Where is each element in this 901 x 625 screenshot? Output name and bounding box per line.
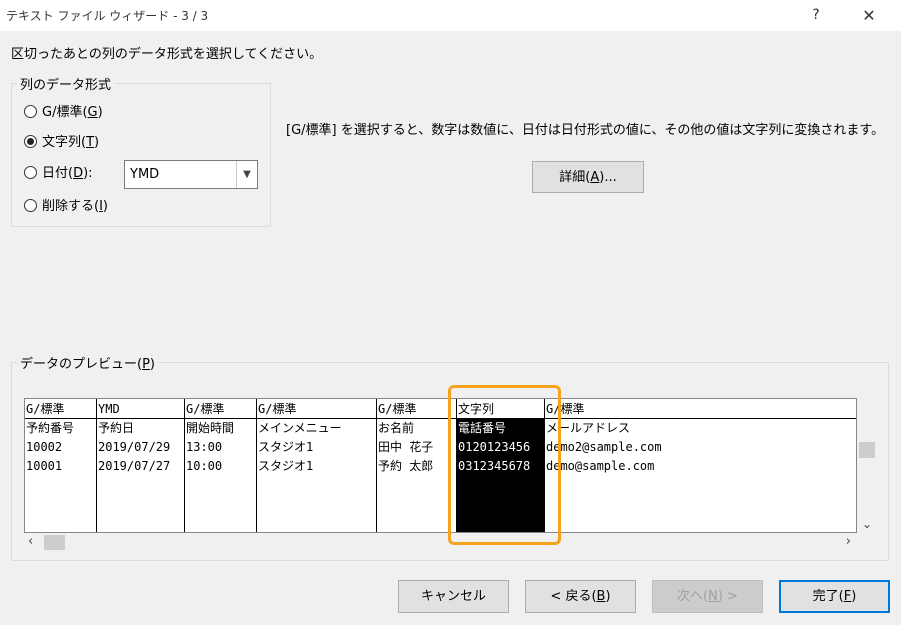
table-cell: 10:00 (186, 459, 223, 473)
cancel-button[interactable]: キャンセル (398, 580, 509, 613)
table-cell: 0312345678 (458, 459, 531, 473)
vertical-scrollbar[interactable]: ⌄ (857, 398, 877, 533)
column-header[interactable]: G/標準 (257, 399, 376, 419)
table-cell: 開始時間 (186, 421, 235, 435)
chevron-down-icon[interactable]: ⌄ (857, 517, 877, 531)
radio-skip[interactable]: 削除する(I) (24, 197, 108, 217)
table-cell: 電話番号 (458, 421, 507, 435)
format-description: [G/標準] を選択すると、数字は数値に、日付は日付形式の値に、その他の値は文字… (286, 123, 885, 138)
column-format-legend: 列のデータ形式 (20, 78, 112, 93)
column-header[interactable]: G/標準 (545, 399, 856, 419)
preview-column-6-selected[interactable]: 文字列 電話番号 0120123456 0312345678 (457, 399, 545, 532)
radio-general-circle (24, 105, 37, 118)
column-header[interactable]: G/標準 (25, 399, 96, 419)
title-bar: テキスト ファイル ウィザード - 3 / 3 ? ✕ (0, 0, 901, 31)
table-cell: 13:00 (186, 440, 223, 454)
preview-column-7[interactable]: G/標準 メールアドレス demo2@sample.com demo@sampl… (545, 399, 856, 532)
preview-column-3[interactable]: G/標準 開始時間 13:00 10:00 (185, 399, 257, 532)
chevron-down-icon[interactable]: ▼ (236, 161, 257, 188)
table-cell: 田中 花子 (378, 440, 434, 454)
table-cell: 10002 (26, 440, 63, 454)
table-cell: 予約 太郎 (378, 459, 434, 473)
close-button[interactable]: ✕ (846, 0, 892, 31)
table-cell: メールアドレス (546, 421, 631, 435)
table-cell: 予約日 (98, 421, 135, 435)
chevron-right-icon[interactable]: › (846, 534, 851, 549)
column-header[interactable]: G/標準 (377, 399, 456, 419)
radio-skip-circle (24, 199, 37, 212)
table-cell: 10001 (26, 459, 63, 473)
column-header[interactable]: G/標準 (185, 399, 256, 419)
finish-button[interactable]: 完了(F) (779, 580, 890, 613)
next-button[interactable]: 次へ(N) > (652, 580, 763, 613)
table-cell: 2019/07/27 (98, 459, 171, 473)
preview-table[interactable]: G/標準 予約番号 10002 10001 YMD 予約日 2019/07/29… (24, 398, 857, 533)
horizontal-scrollbar[interactable]: ‹ › (24, 533, 857, 552)
table-cell: demo@sample.com (546, 459, 655, 473)
instruction-text: 区切ったあとの列のデータ形式を選択してください。 (11, 47, 323, 62)
back-button[interactable]: < 戻る(B) (525, 580, 636, 613)
table-cell: メインメニュー (258, 421, 342, 435)
table-cell: スタジオ1 (258, 459, 314, 473)
radio-date-circle (24, 166, 37, 179)
date-format-value: YMD (130, 167, 160, 182)
column-header[interactable]: YMD (97, 399, 184, 419)
table-cell: demo2@sample.com (546, 440, 662, 454)
vertical-scroll-thumb[interactable] (859, 442, 875, 458)
preview-column-2[interactable]: YMD 予約日 2019/07/29 2019/07/27 (97, 399, 185, 532)
radio-text-circle (24, 135, 37, 148)
table-cell: 2019/07/29 (98, 440, 171, 454)
horizontal-scroll-thumb[interactable] (44, 535, 65, 550)
help-button[interactable]: ? (798, 0, 834, 31)
table-cell: 0120123456 (458, 440, 531, 454)
table-cell: スタジオ1 (258, 440, 314, 454)
table-cell: お名前 (378, 421, 415, 435)
data-preview-legend: データのプレビュー(P) (20, 357, 155, 372)
preview-column-5[interactable]: G/標準 お名前 田中 花子 予約 太郎 (377, 399, 457, 532)
table-cell: 予約番号 (26, 421, 75, 435)
column-header[interactable]: 文字列 (457, 399, 544, 419)
date-format-select[interactable]: YMD ▼ (124, 160, 258, 189)
advanced-button[interactable]: 詳細(A)... (532, 161, 644, 193)
chevron-left-icon[interactable]: ‹ (28, 534, 33, 549)
radio-text[interactable]: 文字列(T) (24, 133, 99, 153)
radio-date[interactable]: 日付(D): (24, 164, 93, 184)
radio-general[interactable]: G/標準(G) (24, 103, 103, 123)
preview-column-4[interactable]: G/標準 メインメニュー スタジオ1 スタジオ1 (257, 399, 377, 532)
preview-column-1[interactable]: G/標準 予約番号 10002 10001 (25, 399, 97, 532)
window-title: テキスト ファイル ウィザード - 3 / 3 (6, 9, 209, 23)
